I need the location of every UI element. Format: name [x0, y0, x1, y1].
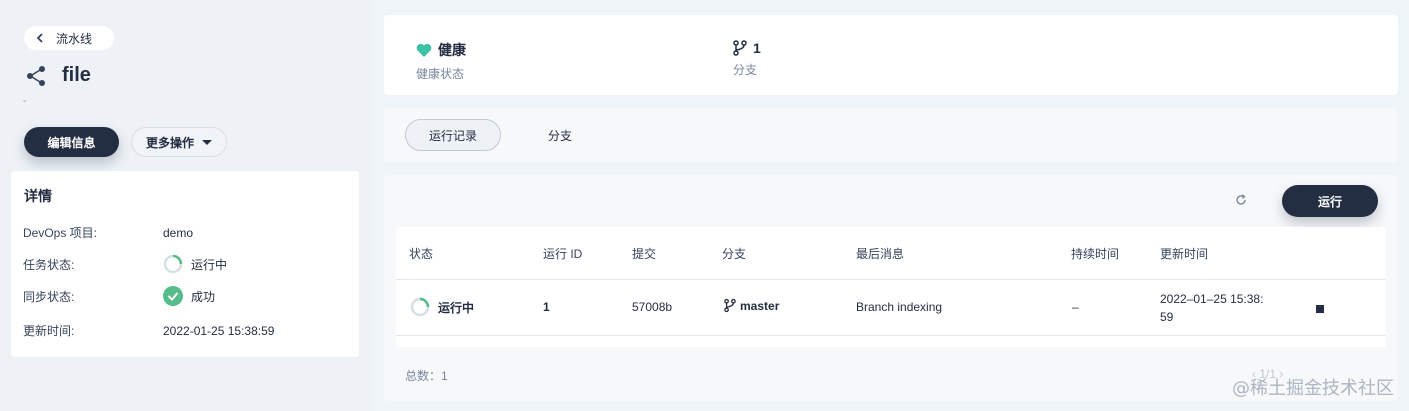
pipeline-title-row: file	[26, 64, 91, 87]
detail-row-task-status: 任务状态: 运行中	[23, 254, 227, 274]
row-message: Branch indexing	[856, 300, 943, 314]
tabs-bar: 运行记录 分支	[384, 108, 1398, 162]
row-updated-line1: 2022–01–25 15:38:	[1160, 292, 1264, 306]
more-actions-label: 更多操作	[145, 135, 194, 150]
health-value: 健康	[438, 42, 466, 58]
branch-icon	[733, 40, 747, 56]
row-divider	[396, 335, 1386, 336]
col-updated: 更新时间	[1160, 247, 1209, 261]
running-icon	[163, 254, 183, 274]
detail-value: demo	[163, 225, 194, 240]
detail-row-project: DevOps 项目: demo	[23, 224, 193, 241]
header-divider	[396, 279, 1386, 280]
detail-value: 2022-01-25 15:38:59	[163, 323, 275, 338]
branch-icon	[724, 298, 736, 313]
pipeline-icon	[27, 65, 45, 86]
col-last-message: 最后消息	[856, 247, 905, 261]
edit-info-label: 编辑信息	[47, 135, 96, 150]
health-label: 健康状态	[416, 67, 465, 81]
tab-branches[interactable]: 分支	[534, 119, 586, 151]
total-count: 总数：1	[405, 369, 448, 383]
row-status-text: 运行中	[438, 300, 475, 315]
pipeline-description: -	[23, 96, 27, 107]
row-updated: 2022–01–25 15:38: 59	[1160, 290, 1263, 326]
detail-value: 运行中	[191, 257, 228, 272]
runs-table: 状态 运行 ID 提交 分支 最后消息 持续时间 更新时间 运行中 1 5700…	[396, 227, 1386, 347]
refresh-icon[interactable]	[1234, 193, 1248, 207]
heart-icon	[416, 43, 432, 57]
row-branch: master	[724, 298, 779, 313]
branch-count: 1	[753, 40, 761, 56]
tab-label: 分支	[547, 128, 572, 143]
row-commit: 57008b	[632, 300, 673, 314]
running-icon	[410, 297, 430, 317]
details-card: 详情 DevOps 项目: demo 任务状态: 运行中 同步状态: 成功 更新…	[11, 171, 359, 357]
row-duration: –	[1072, 300, 1079, 314]
watermark: @稀土掘金技术社区	[1232, 378, 1394, 399]
table-toolbar: 运行	[384, 175, 1398, 227]
row-status: 运行中	[410, 297, 474, 317]
branch-label: 分支	[733, 63, 758, 77]
back-label: 流水线	[56, 31, 93, 46]
detail-key: 更新时间:	[23, 324, 75, 338]
tab-label: 运行记录	[428, 128, 477, 143]
tab-run-records[interactable]: 运行记录	[405, 119, 501, 151]
chevron-left-icon	[36, 33, 43, 43]
run-label: 运行	[1317, 194, 1342, 209]
col-branch: 分支	[722, 247, 747, 261]
detail-row-sync-status: 同步状态: 成功	[23, 286, 215, 306]
col-status: 状态	[409, 247, 434, 261]
run-button[interactable]: 运行	[1282, 185, 1378, 217]
edit-info-button[interactable]: 编辑信息	[24, 127, 119, 157]
row-branch-text: master	[740, 298, 780, 313]
branch-stat: 1 分支	[733, 40, 761, 78]
col-commit: 提交	[632, 247, 657, 261]
health-stat: 健康 健康状态	[416, 40, 466, 82]
page-title: file	[62, 64, 91, 86]
runs-table-card: 运行 状态 运行 ID 提交 分支 最后消息 持续时间 更新时间 运行中 1 5…	[384, 175, 1398, 401]
back-to-pipelines-button[interactable]: 流水线	[24, 26, 114, 50]
stop-icon[interactable]	[1316, 305, 1324, 313]
detail-row-updated: 更新时间: 2022-01-25 15:38:59	[23, 322, 274, 339]
detail-key: DevOps 项目:	[23, 226, 98, 240]
detail-key: 同步状态:	[23, 289, 75, 304]
caret-down-icon	[202, 139, 212, 145]
row-run-id[interactable]: 1	[543, 300, 550, 314]
more-actions-button[interactable]: 更多操作	[131, 127, 227, 157]
detail-value: 成功	[191, 289, 216, 304]
row-updated-line2: 59	[1160, 310, 1174, 324]
col-run-id: 运行 ID	[543, 247, 583, 261]
status-summary-card: 健康 健康状态 1 分支	[384, 15, 1398, 95]
details-title: 详情	[24, 188, 52, 204]
detail-key: 任务状态:	[23, 257, 75, 272]
col-duration: 持续时间	[1071, 247, 1120, 261]
success-check-icon	[163, 286, 183, 306]
